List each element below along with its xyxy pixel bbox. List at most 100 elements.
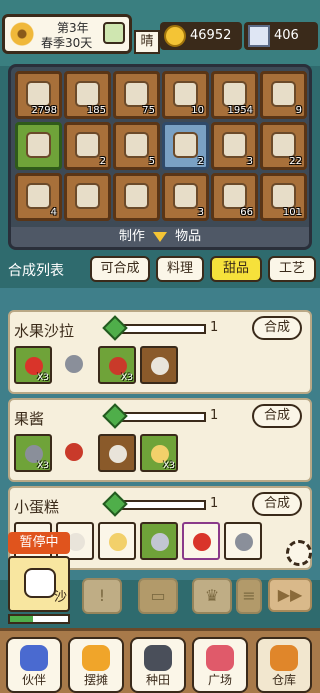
craft-button[interactable]: 合成 xyxy=(252,492,302,516)
item-icon xyxy=(271,81,296,107)
ingredient-slot[interactable] xyxy=(140,522,178,560)
craft-button[interactable]: 合成 xyxy=(252,404,302,428)
tab-crafts[interactable]: 工艺 xyxy=(268,256,316,282)
recipe-name: 水果沙拉 xyxy=(14,322,75,340)
recipe-name: 果酱 xyxy=(14,410,45,428)
item-icon xyxy=(26,132,51,158)
item-icon xyxy=(75,81,100,107)
ingredient-slot[interactable] xyxy=(182,522,220,560)
craft-button[interactable]: 合成 xyxy=(252,316,302,340)
ingredient-slot[interactable] xyxy=(140,346,178,384)
weather-label: 晴 xyxy=(134,30,160,54)
inventory-slot[interactable]: 75 xyxy=(113,71,160,119)
ingredient-icon xyxy=(65,443,83,461)
nav-stall[interactable]: 摆摊 xyxy=(68,637,124,693)
ingredient-slot[interactable] xyxy=(224,522,262,560)
inventory-slot[interactable] xyxy=(64,173,111,221)
triangle-down-icon xyxy=(153,231,167,242)
item-icon xyxy=(75,183,100,209)
farm-icon xyxy=(144,645,172,671)
item-count: 2 xyxy=(197,156,204,167)
stall-icon xyxy=(82,645,110,671)
inventory-slot[interactable]: 3 xyxy=(211,122,258,170)
ingredient-slot[interactable]: X3 xyxy=(14,434,52,472)
item-count: 9 xyxy=(295,105,302,116)
inventory-slot[interactable]: 9 xyxy=(260,71,307,119)
inventory-slot[interactable]: 4 xyxy=(15,173,62,221)
inventory-grid: 2798 185 75 10 1954 9 2 5 2 3 22 4 3 66 101 xyxy=(15,71,309,221)
tab-cooking[interactable]: 料理 xyxy=(156,256,204,282)
inventory-panel: 2798 185 75 10 1954 9 2 5 2 3 22 4 3 66 101 制作 物品 xyxy=(8,64,312,250)
partial-recipe-text: 沙 xyxy=(54,590,68,605)
nav-label: 广场 xyxy=(207,673,232,687)
ingredient-slot[interactable]: X3 xyxy=(140,434,178,472)
ingredient-slot[interactable]: X3 xyxy=(98,346,136,384)
recipe-progress xyxy=(102,403,206,429)
clock-icon[interactable] xyxy=(103,22,125,44)
coin-icon xyxy=(164,25,186,47)
recipe-count: 1 xyxy=(210,408,219,423)
nav-warehouse[interactable]: 仓库 xyxy=(256,637,312,693)
item-count: 2 xyxy=(99,156,106,167)
fast-forward-icon[interactable]: ▶▶ xyxy=(268,578,312,612)
nav-farm[interactable]: 种田 xyxy=(130,637,186,693)
item-icon xyxy=(271,183,296,209)
trophy-icon[interactable]: ♛ xyxy=(192,578,232,614)
item-icon xyxy=(124,183,149,209)
inventory-slot[interactable]: 5 xyxy=(113,122,160,170)
inventory-slot[interactable] xyxy=(113,173,160,221)
nav-plaza[interactable]: 广场 xyxy=(192,637,248,693)
inventory-slot[interactable]: 10 xyxy=(162,71,209,119)
inventory-footer[interactable]: 制作 物品 xyxy=(11,227,309,247)
ingredient-row: X3 X3 xyxy=(14,434,178,474)
item-count: 5 xyxy=(148,156,155,167)
alert-icon[interactable]: ! xyxy=(82,578,122,614)
recipe-progress xyxy=(102,491,206,517)
gem-value: 406 xyxy=(274,28,299,43)
item-icon xyxy=(271,132,296,158)
ingredient-slot[interactable] xyxy=(56,434,94,472)
ingredient-slot[interactable] xyxy=(56,346,94,384)
item-count: 1954 xyxy=(227,105,253,116)
ingredient-slot[interactable]: X3 xyxy=(14,346,52,384)
plaza-icon xyxy=(206,645,234,671)
tab-craftable[interactable]: 可合成 xyxy=(90,256,150,282)
inventory-slot[interactable]: 2 xyxy=(64,122,111,170)
season-day-label: 春季30天 xyxy=(41,36,93,50)
inventory-slot[interactable]: 3 xyxy=(162,173,209,221)
item-count: 66 xyxy=(240,207,253,218)
paused-badge[interactable]: 暂停中 xyxy=(8,532,70,554)
inventory-slot[interactable]: 101 xyxy=(260,173,307,221)
top-status-bar: 第3年 春季30天 晴 46952 406 xyxy=(0,0,320,66)
item-count: 10 xyxy=(191,105,204,116)
inventory-slot[interactable] xyxy=(15,122,62,170)
nav-label: 伙伴 xyxy=(21,673,46,687)
ingredient-slot[interactable] xyxy=(98,522,136,560)
ingredient-quantity: X3 xyxy=(37,373,49,383)
tab-dessert[interactable]: 甜品 xyxy=(210,256,262,282)
menu-icon[interactable]: ≡ xyxy=(236,578,262,614)
inventory-slot[interactable]: 22 xyxy=(260,122,307,170)
inventory-slot[interactable]: 1954 xyxy=(211,71,258,119)
nav-partners[interactable]: 伙伴 xyxy=(6,637,62,693)
inventory-slot[interactable]: 2 xyxy=(162,122,209,170)
stamina-fill xyxy=(10,616,34,622)
recipe-count: 1 xyxy=(210,496,219,511)
inventory-slot[interactable]: 2798 xyxy=(15,71,62,119)
item-count: 101 xyxy=(282,207,302,218)
inventory-slot[interactable]: 185 xyxy=(64,71,111,119)
inventory-slot[interactable]: 66 xyxy=(211,173,258,221)
ingredient-slot[interactable] xyxy=(98,434,136,472)
coin-counter: 46952 xyxy=(160,22,242,50)
item-count: 3 xyxy=(246,156,253,167)
gear-icon[interactable] xyxy=(286,540,312,566)
chat-icon[interactable]: ▭ xyxy=(138,578,178,614)
ingredient-icon xyxy=(151,357,169,375)
item-count: 75 xyxy=(142,105,155,116)
item-icon xyxy=(222,132,247,158)
recipe-name: 小蛋糕 xyxy=(14,498,60,516)
recipe-list-title: 合成列表 xyxy=(8,263,64,279)
gem-counter: 406 xyxy=(244,22,318,50)
ingredient-quantity: X3 xyxy=(163,461,175,471)
nav-label: 种田 xyxy=(145,673,170,687)
